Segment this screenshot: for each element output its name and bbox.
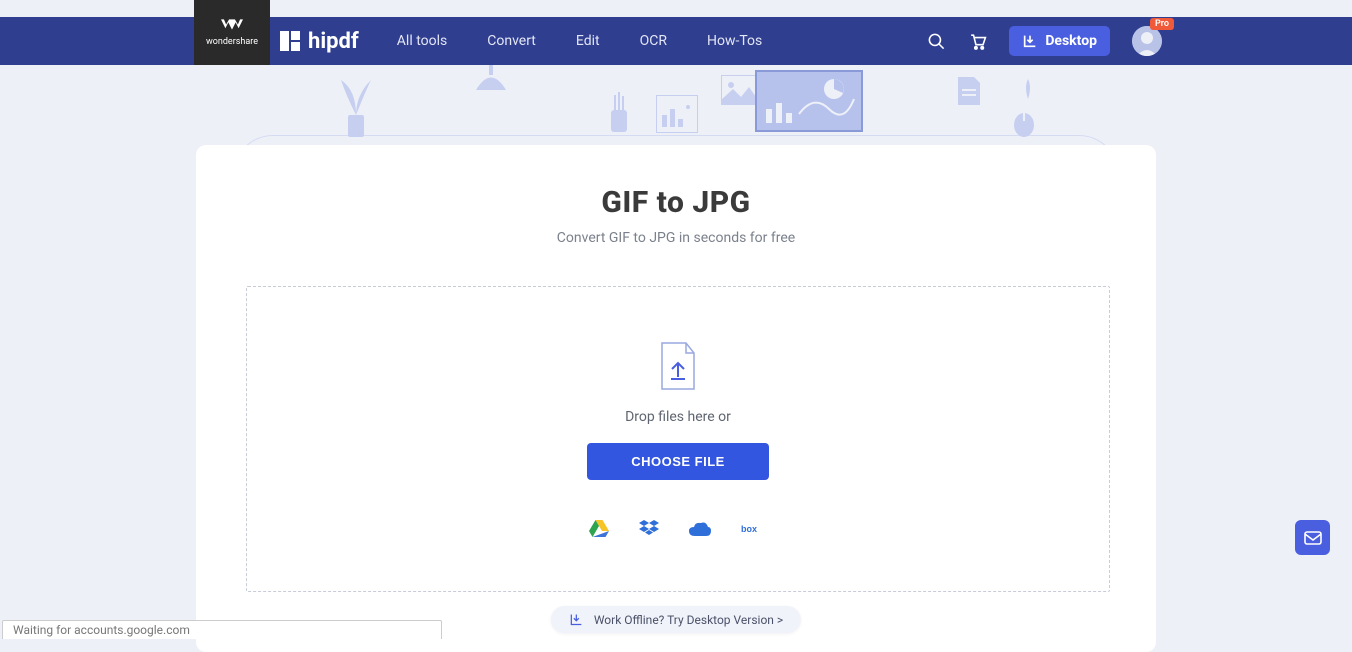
desktop-label: Desktop bbox=[1045, 33, 1097, 49]
pen-mouse-icon bbox=[1008, 77, 1040, 137]
decorative-illustration-strip bbox=[196, 65, 1156, 145]
product-logo[interactable]: hipdf bbox=[280, 29, 359, 54]
page-subtitle: Convert GIF to JPG in seconds for free bbox=[246, 230, 1106, 246]
upload-file-icon bbox=[658, 341, 698, 391]
bar-chart-icon bbox=[656, 95, 698, 133]
avatar-icon bbox=[1132, 26, 1162, 56]
wondershare-label: wondershare bbox=[206, 37, 258, 47]
onedrive-icon[interactable] bbox=[689, 522, 711, 536]
image-icon bbox=[721, 75, 756, 105]
mail-icon bbox=[1304, 531, 1322, 545]
document-icon bbox=[956, 75, 982, 107]
pro-badge: Pro bbox=[1150, 18, 1174, 30]
svg-text:box: box bbox=[741, 524, 757, 534]
desktop-button[interactable]: Desktop bbox=[1009, 26, 1110, 56]
offline-desktop-pill[interactable]: Work Offline? Try Desktop Version > bbox=[551, 606, 801, 633]
presentation-icon bbox=[754, 69, 864, 139]
dropbox-icon[interactable] bbox=[639, 520, 659, 538]
choose-file-button[interactable]: CHOOSE FILE bbox=[587, 443, 769, 480]
primary-nav: All tools Convert Edit OCR How-Tos bbox=[397, 33, 762, 49]
plant-icon bbox=[326, 65, 386, 145]
box-icon[interactable]: box bbox=[741, 522, 767, 536]
nav-convert[interactable]: Convert bbox=[487, 33, 536, 49]
pencil-cup-icon bbox=[604, 90, 634, 135]
cloud-source-row: box bbox=[589, 520, 767, 538]
nav-howtos[interactable]: How-Tos bbox=[707, 33, 762, 49]
download-icon bbox=[569, 612, 584, 627]
converter-card: GIF to JPG Convert GIF to JPG in seconds… bbox=[196, 145, 1156, 652]
cart-icon[interactable] bbox=[968, 32, 987, 51]
download-icon bbox=[1022, 33, 1038, 49]
nav-ocr[interactable]: OCR bbox=[640, 33, 667, 49]
search-icon[interactable] bbox=[927, 32, 946, 51]
nav-all-tools[interactable]: All tools bbox=[397, 33, 447, 49]
user-avatar[interactable]: Pro bbox=[1132, 26, 1162, 56]
main-header: wondershare hipdf All tools Convert Edit… bbox=[0, 17, 1352, 65]
offline-pill-text: Work Offline? Try Desktop Version > bbox=[594, 613, 783, 627]
lamp-icon bbox=[466, 65, 516, 115]
google-drive-icon[interactable] bbox=[589, 520, 609, 538]
wondershare-parent-tab[interactable]: wondershare bbox=[194, 0, 270, 65]
file-dropzone[interactable]: Drop files here or CHOOSE FILE box bbox=[246, 286, 1110, 592]
nav-edit[interactable]: Edit bbox=[576, 33, 600, 49]
drop-hint-text: Drop files here or bbox=[625, 409, 731, 425]
feedback-button[interactable] bbox=[1295, 520, 1330, 555]
browser-status-bar: Waiting for accounts.google.com bbox=[2, 620, 442, 639]
hipdf-logo-icon bbox=[280, 31, 300, 51]
product-name: hipdf bbox=[308, 29, 359, 54]
page-title: GIF to JPG bbox=[246, 185, 1106, 220]
